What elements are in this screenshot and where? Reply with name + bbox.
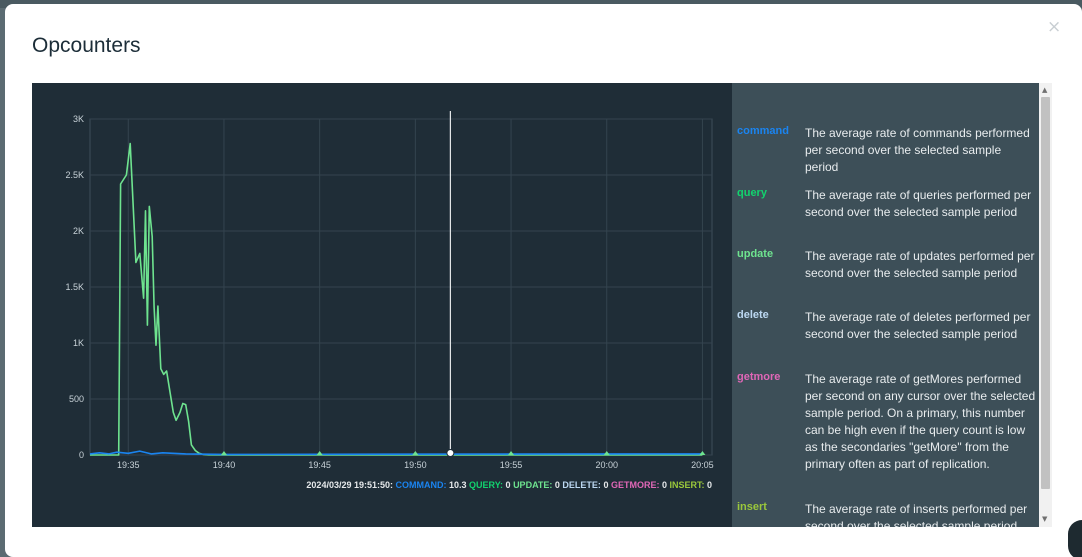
baseline-marker bbox=[699, 451, 706, 455]
hover-value: 0 bbox=[552, 480, 562, 490]
legend-name: update bbox=[737, 248, 774, 260]
legend-name: query bbox=[737, 187, 767, 199]
hover-label: COMMAND: bbox=[396, 480, 447, 490]
baseline-marker bbox=[316, 451, 323, 455]
hover-readout: 2024/03/29 19:51:50: COMMAND: 10.3 QUERY… bbox=[306, 480, 712, 490]
x-tick-label: 19:40 bbox=[213, 460, 236, 470]
modal-title: Opcounters bbox=[32, 34, 141, 57]
y-tick-label: 1.5K bbox=[65, 282, 84, 292]
legend-name: delete bbox=[737, 309, 769, 321]
hover-label: QUERY: bbox=[469, 480, 503, 490]
hover-value: 0 bbox=[704, 480, 712, 490]
y-tick-label: 2K bbox=[73, 226, 84, 236]
help-chat-button[interactable] bbox=[1068, 520, 1082, 557]
opcounters-modal: Opcounters × 0 500 1K 1.5K 2K 2.5K 3K 19:35 19:4… bbox=[5, 4, 1082, 557]
hover-label: UPDATE: bbox=[513, 480, 552, 490]
hover-value: 0 bbox=[601, 480, 611, 490]
y-tick-label: 1K bbox=[73, 338, 84, 348]
hover-label: GETMORE: bbox=[611, 480, 660, 490]
opcounters-chart[interactable]: 0 500 1K 1.5K 2K 2.5K 3K 19:35 19:40 19:45 19:50 19… bbox=[32, 83, 732, 527]
baseline-marker bbox=[508, 451, 515, 455]
legend-name: command bbox=[737, 125, 789, 137]
hover-label: DELETE: bbox=[562, 480, 601, 490]
hover-value: 0 bbox=[503, 480, 513, 490]
legend-name: insert bbox=[737, 501, 767, 513]
scroll-up-icon[interactable]: ▲ bbox=[1042, 86, 1047, 94]
x-tick-label: 19:45 bbox=[308, 460, 331, 470]
baseline-marker bbox=[412, 451, 419, 455]
baseline-marker bbox=[220, 451, 227, 455]
y-tick-label: 0 bbox=[79, 450, 84, 460]
chart-panel[interactable]: 0 500 1K 1.5K 2K 2.5K 3K 19:35 19:40 19:45 19:50 19… bbox=[32, 83, 732, 527]
legend-description: The average rate of getMores performed p… bbox=[805, 372, 1036, 471]
close-icon[interactable]: × bbox=[1047, 17, 1061, 37]
x-tick-label: 20:05 bbox=[691, 460, 714, 470]
legend-panel: command The average rate of commands perf… bbox=[732, 83, 1052, 527]
hover-time: 2024/03/29 19:51:50: bbox=[306, 480, 395, 490]
x-tick-label: 19:50 bbox=[404, 460, 427, 470]
hover-value: 10.3 bbox=[447, 480, 470, 490]
scroll-down-icon[interactable]: ▼ bbox=[1042, 515, 1047, 523]
scroll-thumb[interactable] bbox=[1041, 97, 1050, 489]
legend-description: The average rate of commands performed p… bbox=[805, 126, 1030, 174]
legend-name: getmore bbox=[737, 371, 781, 383]
series-line-command bbox=[89, 450, 703, 456]
legend-description: The average rate of queries performed pe… bbox=[805, 188, 1032, 219]
hover-value: 0 bbox=[659, 480, 669, 490]
hover-point bbox=[446, 449, 455, 457]
series-line-update bbox=[90, 142, 703, 456]
x-tick-label: 19:35 bbox=[117, 460, 140, 470]
y-tick-label: 2.5K bbox=[65, 170, 84, 180]
hover-label: INSERT: bbox=[669, 480, 704, 490]
x-tick-label: 20:00 bbox=[595, 460, 618, 470]
x-tick-label: 19:55 bbox=[500, 460, 523, 470]
y-tick-label: 500 bbox=[69, 394, 84, 404]
legend-description: The average rate of deletes performed pe… bbox=[805, 310, 1031, 341]
baseline-marker bbox=[603, 451, 610, 455]
legend-description: The average rate of inserts performed pe… bbox=[805, 502, 1028, 527]
y-tick-label: 3K bbox=[73, 114, 84, 124]
legend-scrollbar[interactable]: ▲ ▼ bbox=[1039, 83, 1052, 527]
legend-description: The average rate of updates performed pe… bbox=[805, 249, 1035, 280]
